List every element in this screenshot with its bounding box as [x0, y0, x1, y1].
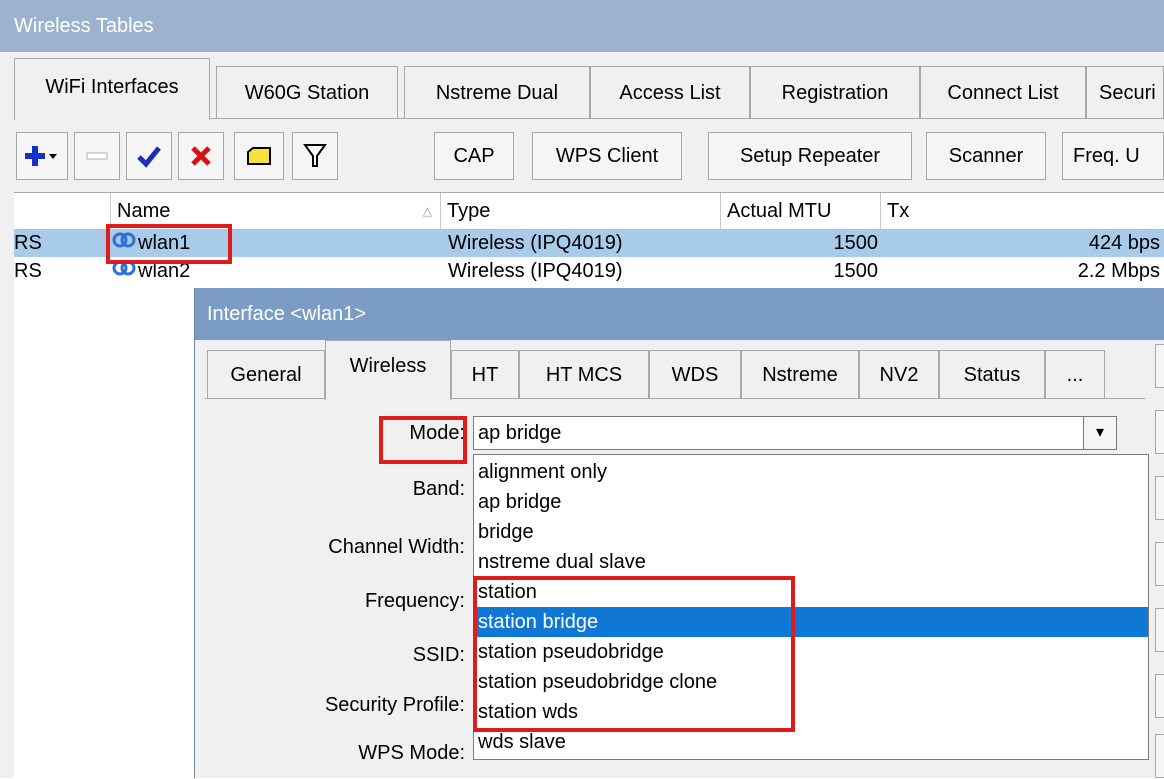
dialog-tab-ht-mcs[interactable]: HT MCS	[519, 350, 649, 398]
disable-button[interactable]	[178, 132, 224, 180]
mode-select[interactable]: ap bridge	[473, 416, 1113, 450]
wps-client-button[interactable]: WPS Client	[532, 132, 682, 180]
row-flags: RS	[14, 232, 42, 254]
mode-option-nstreme-dual-slave[interactable]: nstreme dual slave	[474, 547, 1148, 577]
setup-repeater-button[interactable]: Setup Repeater	[708, 132, 912, 180]
wlan1-highlight-box	[106, 224, 232, 264]
dialog-tab-nstreme[interactable]: Nstreme	[741, 350, 859, 398]
add-button[interactable]	[16, 132, 68, 180]
ssid-label: SSID:	[412, 644, 465, 666]
row-flags: RS	[14, 260, 42, 282]
interface-dialog: Interface <wlan1> General Wireless HT HT…	[194, 288, 1164, 778]
dialog-tab-status[interactable]: Status	[939, 350, 1045, 398]
sort-arrow-icon: △	[422, 204, 432, 218]
x-icon	[191, 146, 211, 166]
scanner-button[interactable]: Scanner	[926, 132, 1046, 180]
column-type[interactable]: Type	[440, 193, 720, 229]
wps-mode-label: WPS Mode:	[358, 742, 465, 764]
dialog-side-button[interactable]	[1155, 344, 1164, 388]
mode-option-alignment-only[interactable]: alignment only	[474, 457, 1148, 487]
row-mtu: 1500	[833, 232, 879, 254]
dialog-tab-nv2[interactable]: NV2	[859, 350, 939, 398]
comment-icon	[247, 147, 271, 165]
row-type: Wireless (IPQ4019)	[448, 232, 623, 254]
main-tabs: WiFi Interfaces W60G Station Nstreme Dua…	[14, 58, 1164, 120]
enable-button[interactable]	[126, 132, 172, 180]
dialog-side-button[interactable]	[1155, 476, 1164, 520]
window-titlebar: Wireless Tables	[0, 0, 1164, 52]
toolbar: CAP WPS Client Setup Repeater Scanner Fr…	[14, 126, 1164, 186]
tab-wifi-interfaces[interactable]: WiFi Interfaces	[14, 58, 210, 120]
dialog-tab-wds[interactable]: WDS	[649, 350, 741, 398]
dialog-side-button[interactable]	[1155, 674, 1164, 718]
row-mtu: 1500	[833, 260, 879, 282]
dialog-side-button[interactable]	[1155, 542, 1164, 586]
band-label: Band:	[412, 478, 465, 500]
comment-button[interactable]	[234, 132, 284, 180]
dialog-titlebar: Interface <wlan1>	[195, 288, 1164, 340]
tab-registration[interactable]: Registration	[750, 66, 920, 118]
remove-button[interactable]	[74, 132, 120, 180]
dialog-tab-wireless[interactable]: Wireless	[325, 340, 451, 400]
tab-nstreme-dual[interactable]: Nstreme Dual	[404, 66, 590, 118]
dialog-tab-more[interactable]: ...	[1045, 350, 1105, 398]
frequency-label: Frequency:	[364, 590, 465, 612]
dropdown-arrow-icon: ▾	[1095, 424, 1105, 441]
cap-button[interactable]: CAP	[434, 132, 514, 180]
channel-width-label: Channel Width:	[328, 536, 465, 558]
tab-access-list[interactable]: Access List	[590, 66, 750, 118]
column-flags	[14, 193, 110, 229]
security-profile-label: Security Profile:	[324, 694, 465, 716]
mode-option-ap-bridge[interactable]: ap bridge	[474, 487, 1148, 517]
check-icon	[137, 146, 161, 168]
dialog-side-button[interactable]	[1155, 734, 1164, 778]
column-actual-mtu[interactable]: Actual MTU	[720, 193, 880, 229]
tab-w60g-station[interactable]: W60G Station	[216, 66, 398, 118]
mode-option-bridge[interactable]: bridge	[474, 517, 1148, 547]
dialog-side-button[interactable]	[1155, 608, 1164, 652]
filter-button[interactable]	[292, 132, 338, 180]
dialog-title: Interface <wlan1>	[207, 303, 366, 325]
mode-dropdown-button[interactable]: ▾	[1083, 416, 1117, 450]
dialog-tab-general[interactable]: General	[207, 350, 325, 398]
column-tx[interactable]: Tx	[880, 193, 1164, 229]
plus-dropdown-icon	[25, 146, 57, 166]
station-modes-highlight-box	[473, 576, 795, 732]
tab-connect-list[interactable]: Connect List	[920, 66, 1086, 118]
window-title: Wireless Tables	[14, 15, 154, 37]
dialog-tab-ht[interactable]: HT	[451, 350, 519, 398]
filter-icon	[303, 144, 327, 167]
row-tx: 2.2 Mbps	[1077, 260, 1160, 282]
minus-icon	[86, 152, 108, 160]
freq-usage-button[interactable]: Freq. U	[1062, 132, 1164, 180]
mode-label-highlight-box	[379, 416, 467, 464]
row-type: Wireless (IPQ4019)	[448, 260, 623, 282]
tab-security[interactable]: Securi	[1086, 66, 1164, 118]
dialog-side-button[interactable]	[1155, 410, 1164, 454]
row-tx: 424 bps	[1088, 232, 1160, 254]
